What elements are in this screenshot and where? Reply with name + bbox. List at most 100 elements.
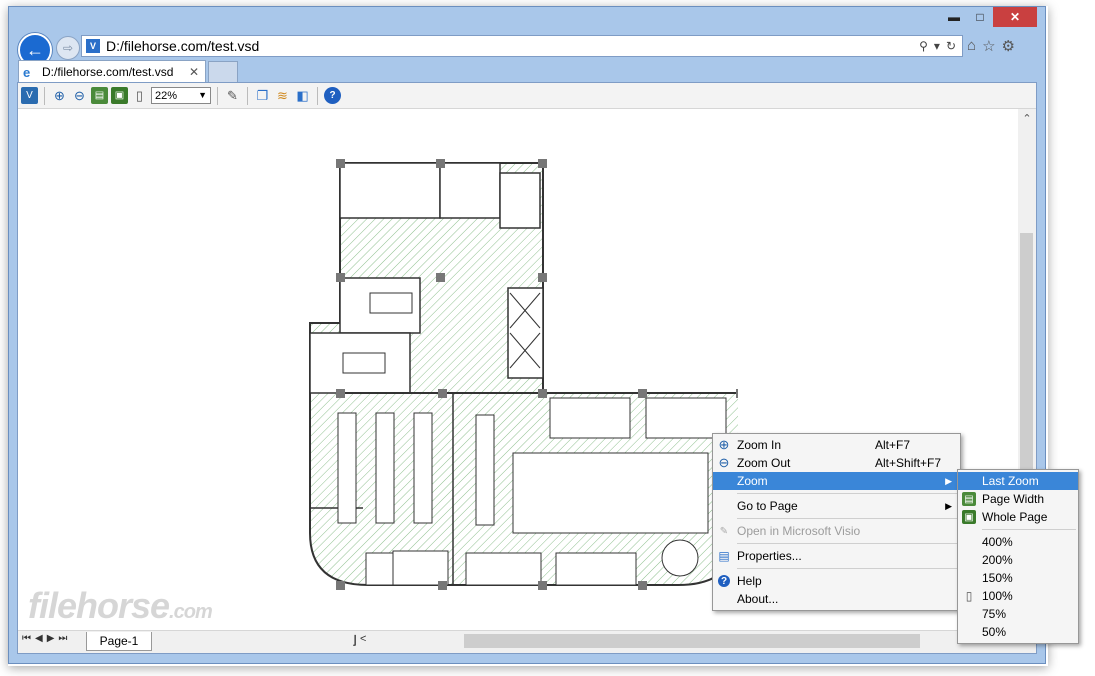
page-tab[interactable]: Page-1 [86, 632, 152, 651]
zoom-in-icon[interactable]: ⊕ [51, 87, 68, 104]
tab-strip: e D:/filehorse.com/test.vsd ✕ [18, 60, 1038, 82]
zoom-out-icon[interactable]: ⊖ [71, 87, 88, 104]
menu-item-shortcut: Alt+F7 [875, 438, 911, 452]
whole-page-icon[interactable]: ▣ [111, 87, 128, 104]
submenu-item-page-width[interactable]: ▤ Page Width [958, 490, 1078, 508]
arrow-left-icon: ← [26, 39, 44, 60]
menu-separator [737, 518, 958, 519]
ie-logo-icon: e [23, 64, 31, 80]
address-url[interactable]: D:/filehorse.com/test.vsd [106, 38, 919, 54]
watermark-suffix: .com [169, 601, 213, 623]
zoom-in-icon: ⊕ [718, 437, 730, 452]
forward-button[interactable]: ⇨ [56, 36, 80, 60]
menu-item-label: Zoom [737, 474, 768, 488]
menu-item-label: Whole Page [982, 510, 1048, 524]
page-navigation-bar: ⏮ ◀ ▶ ⏭ Page-1 ⌋ < [18, 630, 1036, 653]
submenu-arrow-icon: ▶ [945, 475, 952, 486]
menu-item-properties[interactable]: ▤ Properties... [713, 547, 960, 565]
menu-separator [737, 543, 958, 544]
submenu-item-75[interactable]: 75% [958, 605, 1078, 623]
help-icon[interactable]: ? [324, 87, 341, 104]
prev-page-icon[interactable]: ◀ [35, 633, 43, 644]
menu-item-help[interactable]: ? Help [713, 572, 960, 590]
context-menu: ⊕ Zoom In Alt+F7 ⊖ Zoom Out Alt+Shift+F7… [712, 433, 961, 611]
menu-item-label: Open in Microsoft Visio [737, 524, 861, 538]
menu-item-label: 50% [982, 625, 1007, 639]
menu-item-zoom-out[interactable]: ⊖ Zoom Out Alt+Shift+F7 [713, 454, 960, 472]
dropdown-icon[interactable]: ▾ [934, 39, 940, 53]
refresh-icon[interactable]: ↻ [946, 39, 956, 53]
tab-close-icon[interactable]: ✕ [189, 65, 199, 79]
menu-item-label: Zoom In [737, 438, 782, 452]
menu-item-label: 400% [982, 535, 1013, 549]
watermark-text: filehorse [28, 585, 170, 626]
menu-item-shortcut: Alt+Shift+F7 [875, 456, 942, 470]
favorites-star-icon[interactable]: ☆ [982, 37, 995, 55]
copy-icon[interactable]: ❐ [254, 87, 271, 104]
menu-item-label: About... [737, 592, 779, 606]
maximize-button[interactable]: □ [967, 7, 993, 27]
actual-size-icon[interactable]: ▯ [131, 87, 148, 104]
menu-separator [737, 568, 958, 569]
menu-item-open-in-visio: ✎ Open in Microsoft Visio [713, 522, 960, 540]
menu-item-zoom-in[interactable]: ⊕ Zoom In Alt+F7 [713, 436, 960, 454]
viewer-toolbar: V ⊕ ⊖ ▤ ▣ ▯ 22% ▼ ✎ ❐ ≋ ◧ ? [18, 83, 1036, 109]
page-width-icon: ▤ [962, 492, 976, 506]
new-tab-button[interactable] [208, 61, 238, 82]
submenu-item-150[interactable]: 150% [958, 569, 1078, 587]
close-button[interactable]: ✕ [993, 7, 1037, 27]
whole-page-icon: ▣ [962, 510, 976, 524]
home-icon[interactable]: ⌂ [967, 37, 976, 55]
settings-gear-icon[interactable]: ⚙ [1002, 37, 1015, 55]
address-bar[interactable]: V D:/filehorse.com/test.vsd ⚲ ▾ ↻ [81, 35, 963, 57]
zoom-submenu: Last Zoom ▤ Page Width ▣ Whole Page 400%… [957, 469, 1079, 644]
submenu-item-100[interactable]: ▯ 100% [958, 587, 1078, 605]
submenu-item-400[interactable]: 400% [958, 533, 1078, 551]
submenu-arrow-icon: ▶ [945, 500, 952, 511]
zoom-level-select[interactable]: 22% ▼ [151, 87, 211, 104]
tab-splitter[interactable]: ⌋ [352, 633, 357, 647]
submenu-item-50[interactable]: 50% [958, 623, 1078, 641]
horizontal-scrollbar[interactable]: < [358, 633, 978, 648]
tab-title: D:/filehorse.com/test.vsd [42, 64, 174, 79]
menu-item-label: 200% [982, 553, 1013, 567]
scroll-up-icon[interactable]: ⌃ [1018, 109, 1036, 127]
search-icon[interactable]: ⚲ [919, 39, 928, 53]
menu-item-label: 150% [982, 571, 1013, 585]
menu-item-go-to-page[interactable]: Go to Page ▶ [713, 497, 960, 515]
chevron-down-icon: ▼ [198, 90, 207, 100]
last-page-icon[interactable]: ⏭ [58, 633, 67, 644]
minimize-button[interactable]: ▬ [941, 7, 967, 27]
visio-icon: ✎ [719, 525, 729, 537]
scroll-left-icon[interactable]: < [360, 633, 366, 645]
menu-item-label: Page Width [982, 492, 1045, 506]
pan-icon[interactable]: ◧ [294, 87, 311, 104]
menu-separator [982, 529, 1076, 530]
menu-item-zoom[interactable]: Zoom ▶ [713, 472, 960, 490]
menu-item-label: 100% [982, 589, 1013, 603]
arrow-right-icon: ⇨ [62, 41, 74, 55]
layers-icon[interactable]: ≋ [274, 87, 291, 104]
submenu-item-whole-page[interactable]: ▣ Whole Page [958, 508, 1078, 526]
zoom-level-value: 22% [155, 89, 178, 102]
visio-viewer-icon[interactable]: V [21, 87, 38, 104]
first-page-icon[interactable]: ⏮ [22, 633, 31, 644]
submenu-item-last-zoom[interactable]: Last Zoom [958, 472, 1078, 490]
window-controls: ▬ □ ✕ [941, 7, 1037, 27]
menu-item-label: Zoom Out [737, 456, 791, 470]
help-icon: ? [718, 575, 730, 587]
menu-item-label: Go to Page [737, 499, 798, 513]
properties-icon[interactable]: ✎ [224, 87, 241, 104]
page-width-icon[interactable]: ▤ [91, 87, 108, 104]
menu-item-label: Help [737, 574, 762, 588]
tab-test-vsd[interactable]: e D:/filehorse.com/test.vsd ✕ [18, 60, 206, 82]
floor-plan-drawing [309, 159, 738, 590]
browser-tools: ⌂ ☆ ⚙ [967, 37, 1015, 55]
horizontal-scroll-thumb[interactable] [464, 634, 920, 648]
menu-item-label: Last Zoom [982, 474, 1039, 488]
menu-separator [737, 493, 958, 494]
zoom-out-icon: ⊖ [718, 455, 730, 470]
submenu-item-200[interactable]: 200% [958, 551, 1078, 569]
next-page-icon[interactable]: ▶ [47, 633, 55, 644]
menu-item-about[interactable]: About... [713, 590, 960, 608]
